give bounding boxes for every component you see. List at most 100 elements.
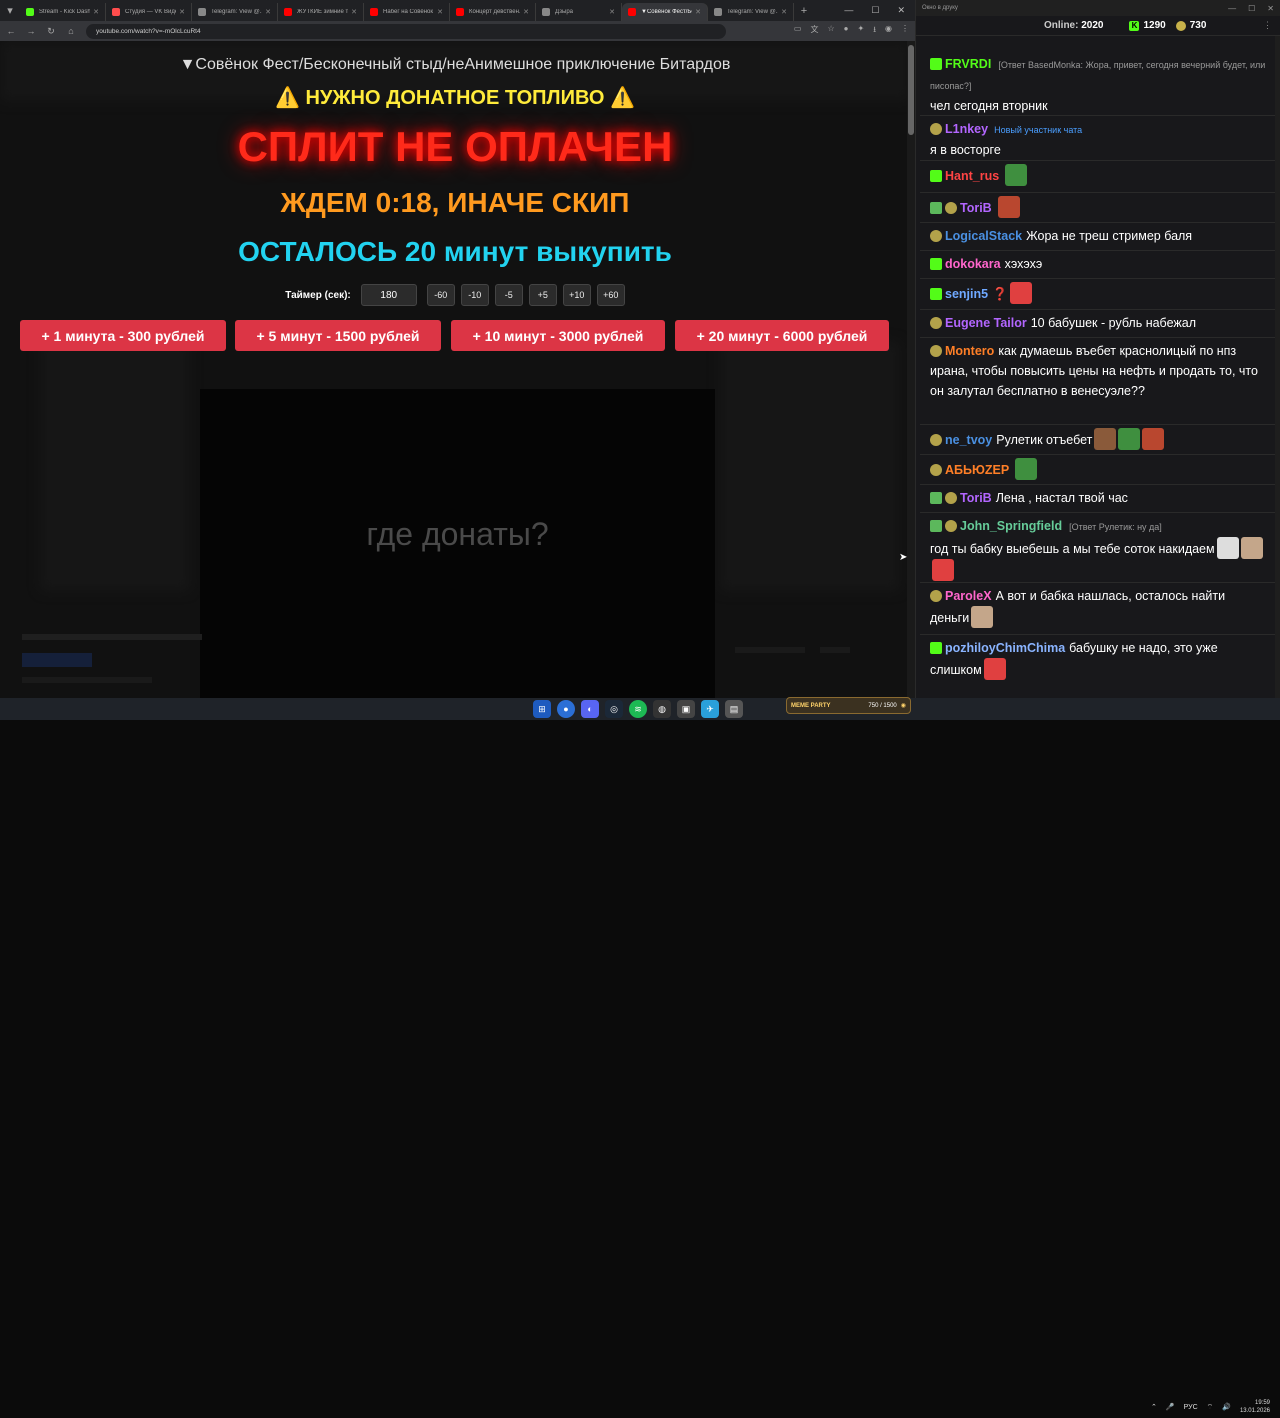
chat-username[interactable]: Eugene Tailor [945,316,1027,330]
download-icon[interactable]: ⭳ [873,24,876,38]
chat-scrollbar[interactable] [1275,36,1280,698]
chat-username[interactable]: ParoleX [945,589,992,603]
maximize-icon[interactable]: ☐ [1248,4,1255,13]
chat-username[interactable]: Hant_rus [945,169,999,183]
chat-username[interactable]: L1nkey [945,122,988,136]
buy-20-minutes-button[interactable]: + 20 минут - 6000 рублей [675,320,889,351]
browser-tab[interactable]: ▼Совёнок Фест/Бе...✕ [622,3,708,21]
shield-badge-icon [930,520,942,532]
forward-icon[interactable]: → [26,26,36,36]
start-icon[interactable]: ⊞ [533,700,551,718]
browser-tab[interactable]: ЖУТКИЕ зимние т... ✕ [278,3,364,21]
chat-username[interactable]: ToriB [960,491,992,505]
timer-plus-10-button[interactable]: +10 [562,284,591,306]
url-field[interactable]: youtube.com/watch?v=-mOlcLcuRt4 [86,23,726,39]
profile-icon[interactable]: ◉ [885,24,892,38]
minimize-icon[interactable]: — [844,5,853,16]
maximize-icon[interactable]: ☐ [871,5,879,16]
tabs: Stream - Kick Dashb ✕ Студия — VK Видео ✕ Te… [20,0,794,21]
tab-list-button[interactable]: ▾ [0,4,20,17]
bookmark-star-icon[interactable]: ☆ [827,24,834,38]
tab-close-icon[interactable]: ✕ [437,8,443,16]
clock[interactable]: 19:59 13.01.2026 [1240,1399,1270,1415]
timer-plus-60-button[interactable]: +60 [596,284,625,306]
language-indicator[interactable]: РУС [1184,1404,1198,1411]
fuel-warning: ⚠️ НУЖНО ДОНАТНОЕ ТОПЛИВО ⚠️ [275,87,635,109]
reload-icon[interactable]: ↻ [46,26,56,37]
tray-chevron-icon[interactable]: ⌃ [1151,1403,1157,1411]
close-icon[interactable]: ✕ [1267,4,1274,13]
chat-username[interactable]: senjin5 [945,287,988,301]
chat-settings-icon[interactable]: ⋮ [1263,20,1272,31]
chat-username[interactable]: FRVRDI [945,57,991,71]
spotify-icon[interactable]: ≋ [629,700,647,718]
chrome-icon[interactable]: ● [557,700,575,718]
chat-username[interactable]: Montero [945,344,994,358]
translate-icon[interactable]: 文 [810,24,818,38]
browser-tab[interactable]: Telegram: View @... ✕ [192,3,278,21]
microphone-icon[interactable]: 🎤 [1166,1403,1175,1411]
browser-tab[interactable]: Студия — VK Видео ✕ [106,3,192,21]
tab-close-icon[interactable]: ✕ [609,8,615,16]
browser-tab[interactable]: Telegram: View @... ✕ [708,3,794,21]
chat-message: FRVRDI [Ответ BasedMonka: Жора, привет, с… [930,54,1266,116]
home-icon[interactable]: ⌂ [66,26,76,36]
app-icon-2[interactable]: ▤ [725,700,743,718]
chat-username[interactable]: John_Springfield [960,519,1062,533]
extension-icon[interactable]: ● [844,24,849,38]
browser-tab[interactable]: Stream - Kick Dashb ✕ [20,3,106,21]
minimize-icon[interactable]: — [1228,4,1236,13]
timer-minus-5-button[interactable]: -5 [494,284,523,306]
chat-username[interactable]: ne_tvoy [945,433,992,447]
buy-5-minutes-button[interactable]: + 5 минут - 1500 рублей [235,320,441,351]
browser-tab[interactable]: Дзыра ✕ [536,3,622,21]
volume-icon[interactable]: 🔊 [1222,1403,1231,1411]
pepe-badge-icon [930,123,942,135]
browser-tab[interactable]: Концерт девствен... ✕ [450,3,536,21]
chat-message: АБЬЮZЕР [930,458,1266,480]
chat-username[interactable]: ToriB [960,201,992,215]
timer-seconds-input[interactable] [360,284,417,306]
buy-1-minute-button[interactable]: + 1 минута - 300 рублей [20,320,226,351]
tab-close-icon[interactable]: ✕ [523,8,529,16]
buy-10-minutes-button[interactable]: + 10 минут - 3000 рублей [451,320,665,351]
page-scrollbar[interactable] [907,41,915,698]
telegram-icon[interactable]: ✈ [701,700,719,718]
tab-close-icon[interactable]: ✕ [695,8,701,16]
chat-message: Eugene Tailor 10 бабушек - рубль набежал [930,313,1266,333]
timer-plus-5-button[interactable]: +5 [528,284,557,306]
kick-badge-icon [930,170,942,182]
discord-icon[interactable]: ◐ [581,700,599,718]
steam-icon[interactable]: ◎ [605,700,623,718]
tab-close-icon[interactable]: ✕ [265,8,271,16]
reply-quote[interactable]: [Ответ Рулетик: ну да] [1069,522,1162,532]
tab-close-icon[interactable]: ✕ [351,8,357,16]
scroll-thumb[interactable] [908,45,914,135]
tab-title: ▼Совёнок Фест/Бе... [641,9,692,15]
timer-minus-60-button[interactable]: -60 [426,284,455,306]
timer-controls: Таймер (сек): -60 -10 -5 +5 +10 +60 [0,284,910,306]
new-tab-button[interactable]: + [794,5,814,17]
tab-close-icon[interactable]: ✕ [179,8,185,16]
chat-message: dokokara хэхэхэ [930,254,1266,274]
network-icon[interactable]: ⌔ [1207,1403,1214,1412]
app-icon[interactable]: ▣ [677,700,695,718]
chat-username[interactable]: АБЬЮZЕР [945,463,1009,477]
cast-icon[interactable]: ▭ [794,24,802,38]
pepe-badge-icon [945,202,957,214]
pepe-badge-icon [930,230,942,242]
bg-view-count [22,677,152,683]
menu-icon[interactable]: ⋮ [901,24,909,38]
chat-username[interactable]: LogicalStack [945,229,1022,243]
extensions-puzzle-icon[interactable]: ✦ [858,24,865,38]
chat-username[interactable]: pozhiloyChimChima [945,641,1065,655]
browser-tab[interactable]: Набег на Совёнок ✕ [364,3,450,21]
chat-username[interactable]: dokokara [945,257,1001,271]
meme-party-widget[interactable]: MEME PARTY 750 / 1500 ◉ [786,697,911,714]
back-icon[interactable]: ← [6,26,16,36]
tab-close-icon[interactable]: ✕ [93,8,99,16]
timer-minus-10-button[interactable]: -10 [460,284,489,306]
close-icon[interactable]: ✕ [897,5,905,16]
tab-close-icon[interactable]: ✕ [781,8,787,16]
obs-icon[interactable]: ◍ [653,700,671,718]
